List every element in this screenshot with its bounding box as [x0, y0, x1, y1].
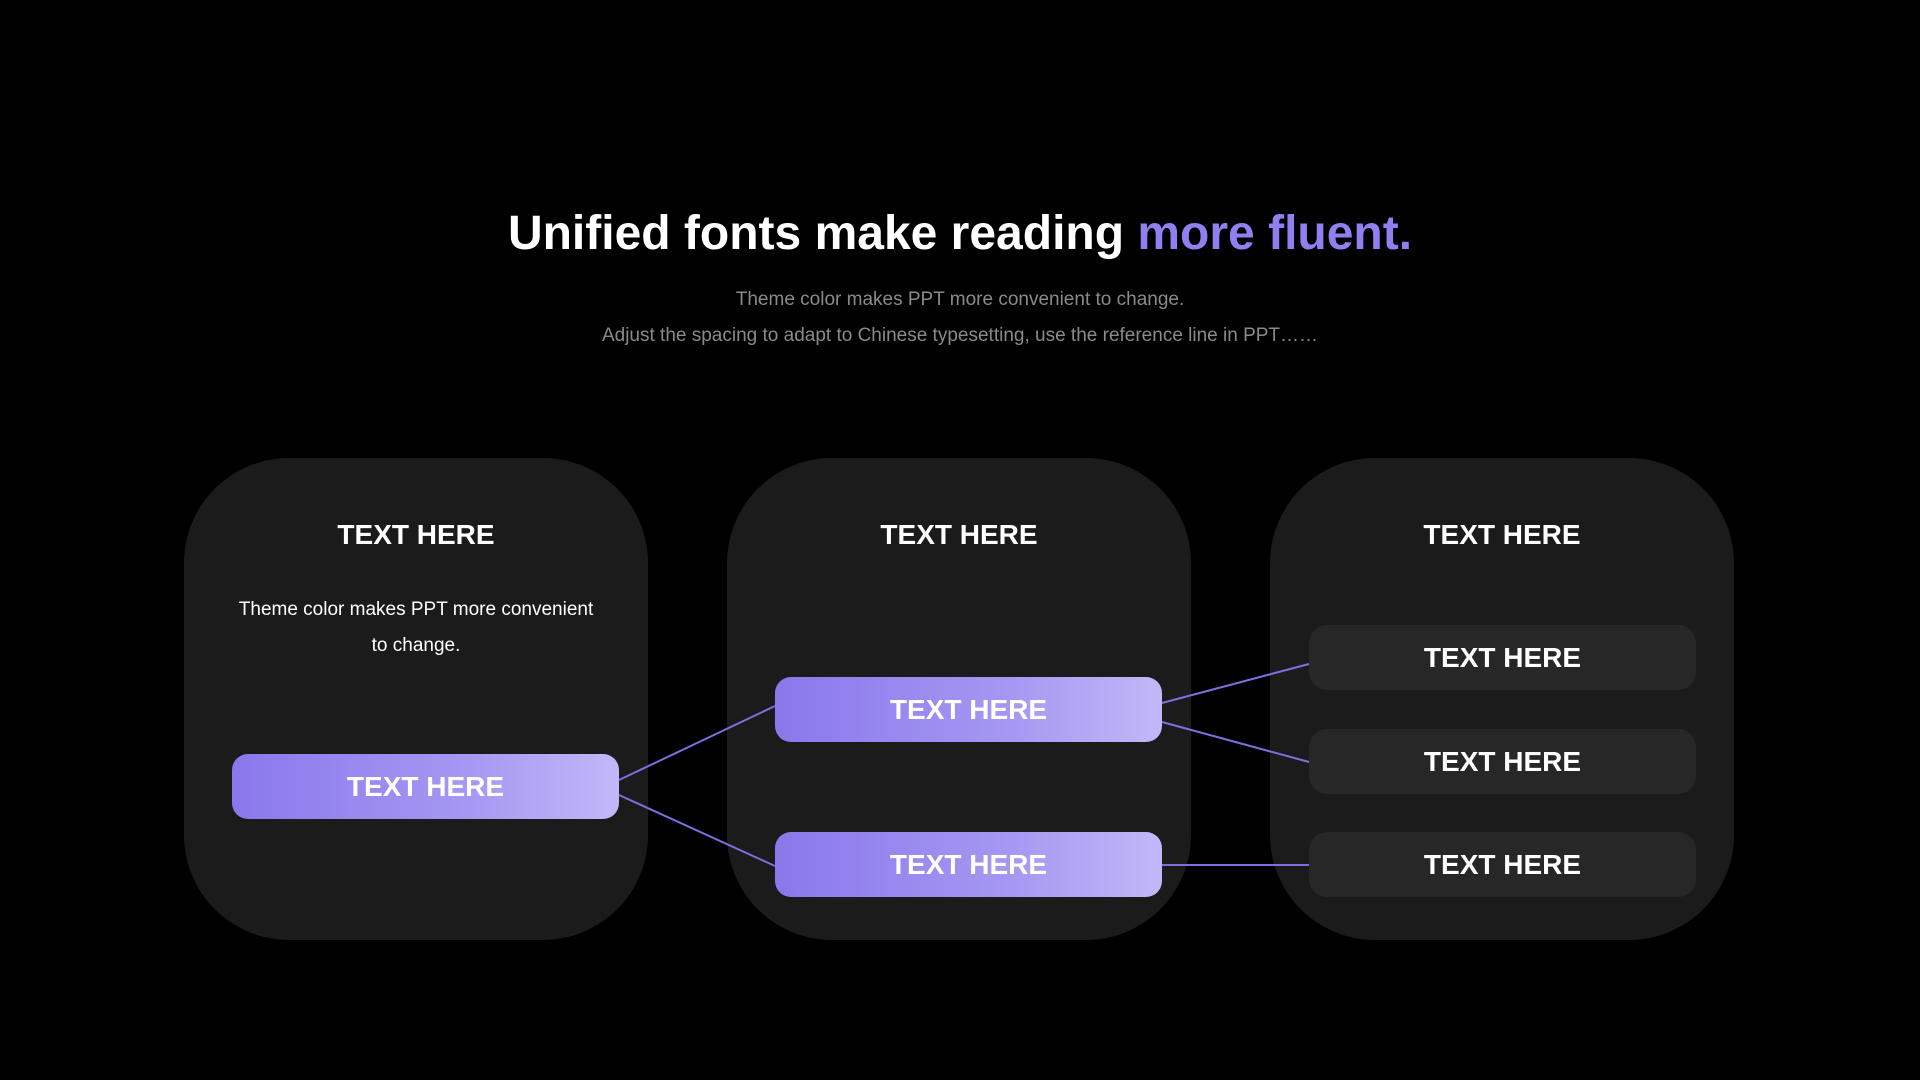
panel-1-description: Theme color makes PPT more convenient to… — [238, 599, 594, 656]
panel-3-box-3: TEXT HERE — [1309, 832, 1696, 897]
panel-1: TEXT HERE Theme color makes PPT more con… — [184, 458, 648, 940]
panel-3-box-1: TEXT HERE — [1309, 625, 1696, 690]
subtitle-line-2: Adjust the spacing to adapt to Chinese t… — [601, 325, 1319, 346]
panel-2-pill-top[interactable]: TEXT HERE — [775, 677, 1162, 742]
panel-3-box-2: TEXT HERE — [1309, 729, 1696, 794]
panel-1-title: TEXT HERE — [337, 519, 495, 550]
panel-2-title: TEXT HERE — [880, 519, 1038, 550]
headline: Unified fonts make reading more fluent. — [0, 203, 1920, 265]
panel-1-pill[interactable]: TEXT HERE — [232, 754, 619, 819]
subtitle-line-1: Theme color makes PPT more convenient to… — [735, 289, 1185, 310]
panel-3-title: TEXT HERE — [1423, 519, 1581, 550]
headline-main: Unified fonts make reading — [507, 207, 1138, 260]
headline-accent: more fluent. — [1137, 207, 1413, 260]
panel-2-pill-bottom[interactable]: TEXT HERE — [775, 832, 1162, 897]
